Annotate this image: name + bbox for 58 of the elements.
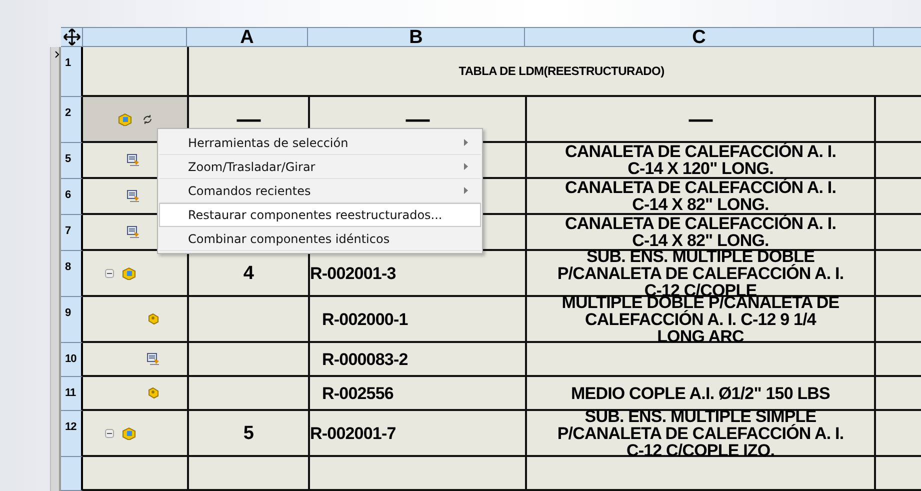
drawing-icon <box>127 154 140 166</box>
table-cell <box>874 215 921 251</box>
drawing-icon <box>127 190 140 202</box>
icon-cell[interactable] <box>83 97 187 143</box>
row-number[interactable]: 2 <box>61 97 83 143</box>
table-cell <box>874 377 921 411</box>
table-cell: CANALETA DE CALEFACCIÓN A. I. C-14 X 120" LONG. <box>525 143 874 179</box>
table-cell: MULTIPLE DOBLE P/CANALETA DE CALEFACCIÓN A. I. C-12 9 1/4 LONG ARC <box>525 297 874 343</box>
drawing-icon <box>147 353 160 365</box>
table-cell <box>874 143 921 179</box>
row-number[interactable]: 8 <box>61 251 83 297</box>
table-cell: — <box>525 97 874 143</box>
row-number[interactable]: 6 <box>61 179 83 215</box>
table-cell: R-002001-3 <box>308 251 525 297</box>
menu-item[interactable]: Restaurar componentes reestructurados... <box>159 203 481 227</box>
table-cell <box>874 251 921 297</box>
table-cell: CANALETA DE CALEFACCIÓN A. I. C-14 X 82" LONG. <box>525 215 874 251</box>
drawing-icon <box>127 226 140 238</box>
table-cell: 4 <box>187 251 308 297</box>
table-cell <box>874 411 921 457</box>
row-number[interactable]: 5 <box>61 143 83 179</box>
row-number[interactable]: 11 <box>61 377 83 411</box>
refresh-icon <box>142 114 152 124</box>
table-cell: R-002000-1 <box>308 297 525 343</box>
assembly-icon <box>118 112 132 126</box>
move-handle-icon[interactable] <box>61 27 83 47</box>
menu-item[interactable]: Combinar componentes idénticos <box>159 227 481 251</box>
row-number[interactable]: 9 <box>61 297 83 343</box>
table-cell: CANALETA DE CALEFACCIÓN A. I. C-14 X 82" LONG. <box>525 179 874 215</box>
row-number[interactable]: 7 <box>61 215 83 251</box>
table-cell: MEDIO COPLE A.I. Ø1/2" 150 LBS <box>525 377 874 411</box>
collapse-toggle-icon[interactable] <box>105 268 114 278</box>
table-cell: SUB. ENS. MULTIPLE DOBLE P/CANALETA DE CALEFACCIÓN A. I. C-12 C/COPLE <box>525 251 874 297</box>
collapse-toggle-icon[interactable] <box>105 428 114 438</box>
table-cell <box>874 179 921 215</box>
assembly-icon <box>122 426 136 440</box>
table-cell <box>874 97 921 143</box>
part-icon <box>147 387 160 399</box>
column-header <box>874 27 921 47</box>
table-cell: R-002001-7 <box>308 411 525 457</box>
column-header[interactable]: C <box>525 27 874 47</box>
assembly-icon <box>122 266 136 280</box>
table-cell: R-002556 <box>308 377 525 411</box>
row-number[interactable]: 10 <box>61 343 83 377</box>
row-number <box>61 457 83 491</box>
column-header[interactable]: A <box>187 27 308 47</box>
table-cell <box>874 343 921 377</box>
part-icon <box>147 313 160 325</box>
menu-item[interactable]: Zoom/Trasladar/Girar <box>159 155 481 179</box>
table-cell <box>874 297 921 343</box>
table-cell: 5 <box>187 411 308 457</box>
table-title: TABLA DE LDM(REESTRUCTURADO) <box>187 47 921 97</box>
row-number[interactable]: 1 <box>61 47 83 97</box>
menu-item[interactable]: Herramientas de selección <box>159 131 481 155</box>
row-number[interactable]: 12 <box>61 411 83 457</box>
table-cell: R-000083-2 <box>308 343 525 377</box>
table-cell <box>874 457 921 491</box>
column-header[interactable]: B <box>308 27 525 47</box>
